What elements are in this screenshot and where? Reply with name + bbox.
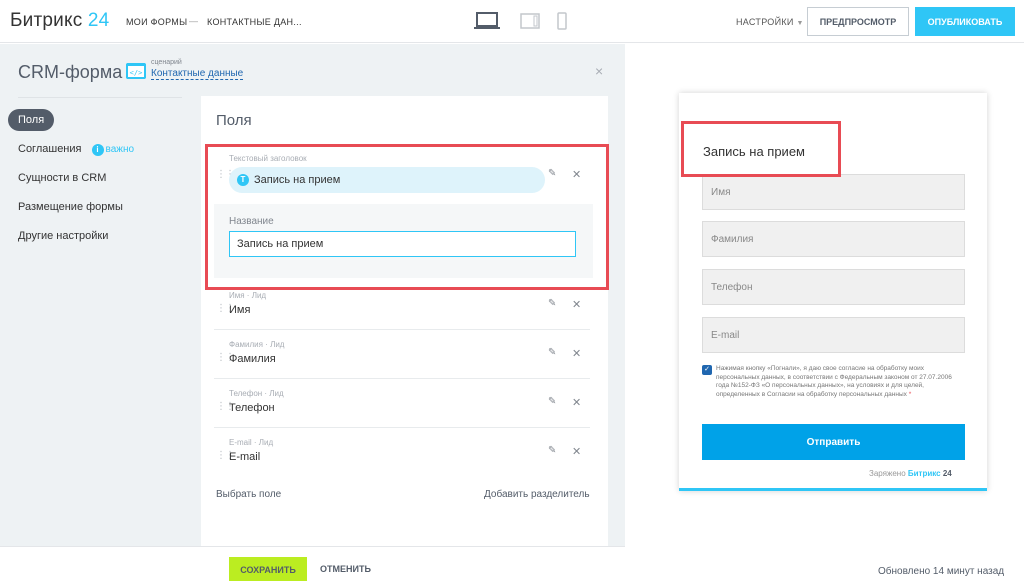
pencil-icon[interactable]: ✎ (548, 168, 556, 179)
phone-icon[interactable] (556, 11, 568, 31)
top-bar: Битрикс 24 МОИ ФОРМЫ — КОНТАКТНЫЕ ДАН...… (0, 0, 1024, 43)
svg-text:</>: </> (130, 69, 143, 77)
sidebar-item-form-placement[interactable]: Размещение формы (8, 196, 188, 218)
close-icon[interactable]: × (595, 63, 603, 79)
field-row-surname[interactable]: ⋮⋮ Фамилия · Лид Фамилия ✎ ✕ (214, 339, 590, 379)
close-icon[interactable]: ✕ (572, 396, 581, 409)
text-type-icon: T (237, 174, 249, 186)
field-type-label: E-mail · Лид (229, 438, 274, 447)
powered-number: 24 (942, 469, 952, 478)
field-row-phone[interactable]: ⋮⋮ Телефон · Лид Телефон ✎ ✕ (214, 388, 590, 428)
pencil-icon[interactable]: ✎ (548, 396, 556, 407)
preview-input-phone[interactable]: Телефон (702, 269, 965, 305)
tablet-icon[interactable] (519, 11, 541, 31)
sidebar-item-other-settings[interactable]: Другие настройки (8, 225, 188, 247)
preview-input-name[interactable]: Имя (702, 174, 965, 210)
close-icon[interactable]: ✕ (572, 347, 581, 360)
field-name: E-mail (229, 451, 261, 463)
sidebar-item-crm-entities[interactable]: Сущности в CRM (8, 167, 188, 189)
consent-body: Нажимая кнопку «Погнали», я даю свое сог… (716, 365, 952, 398)
field-type-label: Фамилия · Лид (229, 340, 285, 349)
powered-by: Заряжено Битрикс 24 (869, 469, 952, 478)
code-icon: </> (126, 63, 146, 79)
preview-button[interactable]: ПРЕДПРОСМОТР (807, 7, 909, 36)
sidebar-item-fields[interactable]: Поля (8, 109, 188, 138)
field-type-label: Телефон · Лид (229, 389, 284, 398)
logo[interactable]: Битрикс 24 (10, 10, 109, 32)
pencil-icon[interactable]: ✎ (548, 347, 556, 358)
header-field-pill: T Запись на прием (229, 167, 545, 193)
sidebar-item-label: Соглашения (18, 143, 82, 155)
logo-number: 24 (87, 10, 110, 31)
field-name: Имя (229, 304, 251, 316)
choose-field-link[interactable]: Выбрать поле (216, 489, 281, 500)
breadcrumb-separator: — (189, 16, 198, 26)
consent-text: Нажимая кнопку «Погнали», я даю свое сог… (716, 365, 966, 399)
important-badge: важно (105, 144, 135, 155)
save-button[interactable]: СОХРАНИТЬ (229, 557, 307, 581)
pill-text: Запись на прием (254, 174, 341, 186)
powered-brand: Битрикс (907, 469, 941, 478)
scenario-link[interactable]: Контактные данные (151, 68, 244, 80)
field-type-label: Текстовый заголовок (229, 154, 307, 163)
fields-title: Поля (216, 112, 252, 129)
pencil-icon[interactable]: ✎ (548, 445, 556, 456)
preview-title: Запись на прием (703, 144, 805, 159)
required-star: * (908, 390, 912, 398)
field-row-name[interactable]: ⋮⋮ Имя · Лид Имя ✎ ✕ (214, 290, 590, 330)
close-icon[interactable]: ✕ (572, 168, 581, 181)
cancel-button[interactable]: ОТМЕНИТЬ (320, 564, 371, 574)
header-field-settings: Название (214, 204, 593, 278)
field-name: Телефон (229, 402, 275, 414)
scenario-caption: сценарий (151, 59, 182, 66)
preview-input-email[interactable]: E-mail (702, 317, 965, 353)
laptop-icon[interactable] (473, 11, 501, 31)
publish-button[interactable]: ОПУБЛИКОВАТЬ (915, 7, 1015, 36)
panel-title: CRM-форма (18, 62, 123, 82)
chevron-down-icon: ▼ (796, 20, 804, 27)
updated-status: Обновлено 14 минут назад (878, 566, 1005, 577)
form-preview: Запись на прием Имя Фамилия Телефон E-ma… (679, 93, 987, 491)
pencil-icon[interactable]: ✎ (548, 298, 556, 309)
sidebar-item-agreements[interactable]: Соглашения i важно (8, 138, 188, 160)
sidebar-menu: Поля Соглашения i важно Сущности в CRM Раз… (8, 109, 188, 254)
divider (18, 97, 182, 98)
sidebar-item-label: Поля (8, 109, 55, 131)
add-separator-link[interactable]: Добавить разделитель (484, 489, 590, 500)
field-row-email[interactable]: ⋮⋮ E-mail · Лид E-mail ✎ ✕ (214, 437, 590, 477)
field-type-label: Имя · Лид (229, 291, 267, 300)
field-name: Фамилия (229, 353, 276, 365)
logo-text: Битрикс (10, 10, 83, 31)
name-label: Название (229, 216, 274, 227)
footer-bar: СОХРАНИТЬ ОТМЕНИТЬ (0, 546, 625, 581)
consent-checkbox[interactable]: ✓ (702, 365, 712, 375)
header-name-input[interactable] (229, 231, 576, 257)
info-icon: i (91, 144, 104, 156)
close-icon[interactable]: ✕ (572, 298, 581, 311)
send-button[interactable]: Отправить (702, 424, 965, 460)
settings-label: НАСТРОЙКИ (736, 17, 794, 27)
powered-prefix: Заряжено (869, 469, 906, 478)
close-icon[interactable]: ✕ (572, 445, 581, 458)
preview-input-surname[interactable]: Фамилия (702, 221, 965, 257)
settings-menu[interactable]: НАСТРОЙКИ ▼ (736, 17, 804, 27)
breadcrumb-current-form[interactable]: КОНТАКТНЫЕ ДАН... (207, 17, 302, 27)
breadcrumb-my-forms[interactable]: МОИ ФОРМЫ (126, 17, 187, 27)
